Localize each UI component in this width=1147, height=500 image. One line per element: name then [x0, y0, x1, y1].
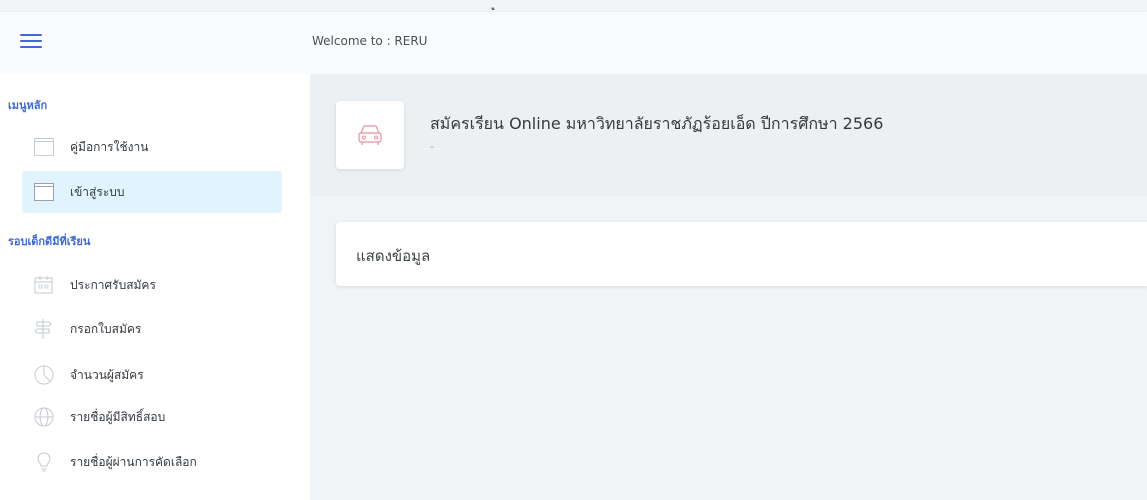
sidebar-heading-round: รอบเด็กดีมีที่เรียน: [8, 235, 91, 248]
sidebar-heading-main: เมนูหลัก: [8, 99, 48, 112]
sidebar-item-announcement[interactable]: ประกาศรับสมัคร: [22, 264, 282, 306]
lightbulb-icon: [37, 452, 51, 472]
sidebar-item-eligible-list[interactable]: รายชื่อผู้มีสิทธิ์สอบ: [22, 396, 282, 438]
top-header: Welcome to : RERU: [0, 12, 1147, 74]
app-root: ู Welcome to : RERU เมนูหลัก คู่มือการใช…: [0, 0, 1147, 500]
sidebar-item-label: จำนวนผู้สมัคร: [70, 367, 144, 382]
sidebar-item-label: คู่มือการใช้งาน: [70, 139, 149, 154]
sidebar-item-applicant-count[interactable]: จำนวนผู้สมัคร: [22, 354, 282, 396]
hamburger-menu-icon[interactable]: [20, 31, 42, 51]
page-title-icon-box: [336, 101, 404, 169]
car-icon: [358, 125, 382, 145]
sidebar-item-label: รายชื่อผู้ผ่านการคัดเลือก: [70, 454, 197, 469]
main-content: สมัครเรียน Online มหาวิทยาลัยราชภัฏร้อยเ…: [310, 74, 1147, 500]
sidebar-item-label: กรอกใบสมัคร: [70, 321, 142, 336]
page-title: สมัครเรียน Online มหาวิทยาลัยราชภัฏร้อยเ…: [430, 114, 884, 133]
sidebar-item-label: รายชื่อผู้มีสิทธิ์สอบ: [70, 409, 166, 424]
page-subtitle: -: [430, 140, 434, 153]
sidebar-item-label: ประกาศรับสมัคร: [70, 277, 156, 292]
sidebar-item-passed-list[interactable]: รายชื่อผู้ผ่านการคัดเลือก: [22, 441, 282, 483]
signpost-icon: [34, 319, 52, 339]
page-title-band: สมัครเรียน Online มหาวิทยาลัยราชภัฏร้อยเ…: [310, 74, 1147, 196]
box-icon: [34, 183, 54, 201]
sidebar-item-apply-form[interactable]: กรอกใบสมัคร: [22, 308, 282, 350]
globe-icon: [34, 407, 54, 427]
box-icon: [34, 138, 54, 156]
data-card: แสดงข้อมูล: [336, 222, 1147, 286]
welcome-text: Welcome to : RERU: [312, 34, 428, 48]
sidebar-item-login[interactable]: เข้าสู่ระบบ: [22, 171, 282, 213]
pie-chart-icon: [34, 365, 54, 385]
sidebar-item-label: เข้าสู่ระบบ: [70, 184, 125, 199]
calendar-icon: [34, 276, 53, 294]
sidebar-item-manual[interactable]: คู่มือการใช้งาน: [22, 126, 282, 168]
card-header: แสดงข้อมูล: [356, 247, 431, 265]
sidebar: เมนูหลัก คู่มือการใช้งาน เข้าสู่ระบบ รอบ…: [0, 74, 310, 500]
